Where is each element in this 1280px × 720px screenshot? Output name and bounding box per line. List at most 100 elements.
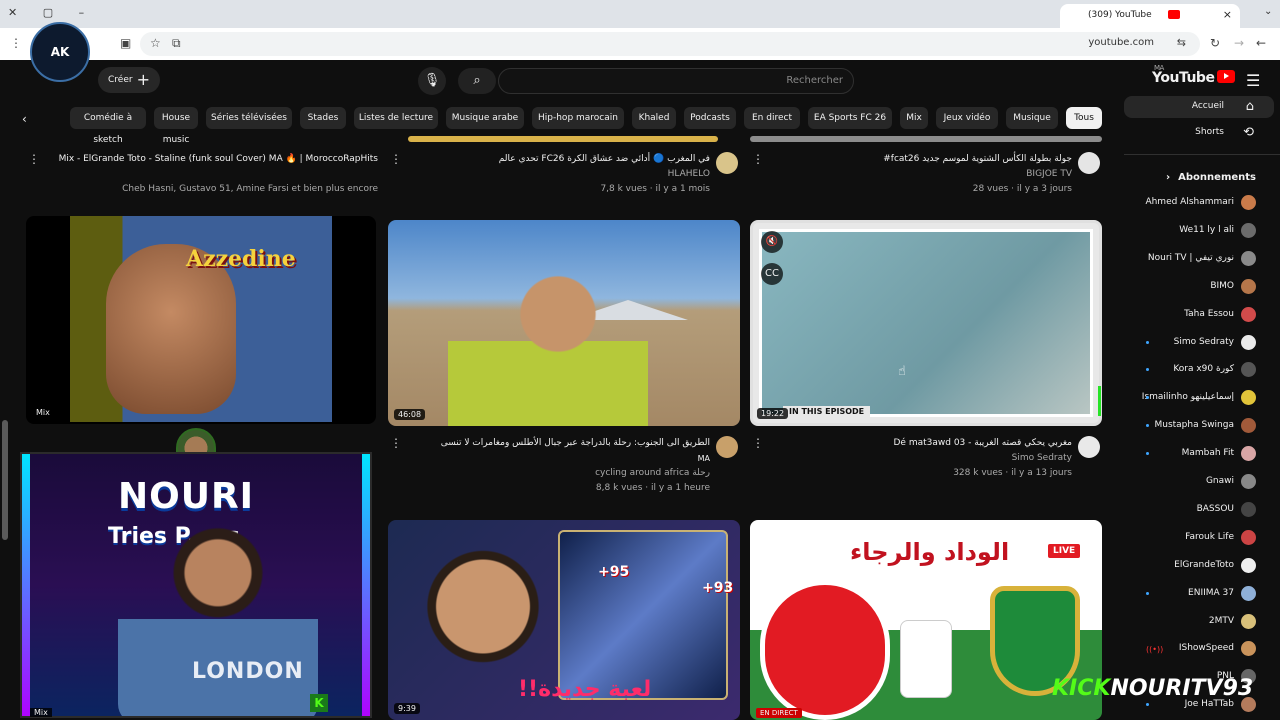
video-title[interactable]: الطريق الى الجنوب: رحلة بالدراجة عبر جبا…	[410, 437, 710, 450]
video-thumbnail-animation[interactable]: 🔇 CC IN THIS EPISODE 19:22	[750, 220, 1102, 426]
sidebar-item-label: Accueil	[1191, 101, 1224, 111]
sidebar-item-home[interactable]: Accueil ⌂	[1124, 96, 1274, 118]
channel-avatar-icon	[1241, 641, 1256, 657]
back-icon[interactable]: ←	[1256, 36, 1266, 50]
page-scrollbar[interactable]	[2, 420, 8, 540]
more-actions-icon[interactable]: ⋮	[752, 436, 764, 450]
video-channel[interactable]: BIGJOE TV	[780, 168, 1072, 181]
sidebar-item-subscription[interactable]: We11 ly l ali	[1124, 220, 1274, 242]
chip-4[interactable]: EA Sports FC 26	[808, 107, 892, 129]
chip-14[interactable]: Comédie à sketch	[70, 107, 146, 145]
bookmark-star-icon[interactable]: ☆	[150, 36, 161, 50]
video-thumbnail-packs[interactable]: +95 +93 !!لعبة جديدة 9:39	[388, 520, 740, 720]
video-title[interactable]: #fcat26 جولة بطولة الكأس الشتوية لموسم ج…	[780, 153, 1072, 166]
more-actions-icon[interactable]: ⋮	[390, 436, 402, 450]
chip-12[interactable]: Séries télévisées	[206, 107, 292, 129]
sidebar-item-subscription[interactable]: BIMO	[1124, 276, 1274, 298]
chip-11[interactable]: Stades	[300, 107, 346, 129]
browser-tab-youtube[interactable]: × (309) YouTube	[1060, 4, 1240, 28]
forward-icon[interactable]: →	[1234, 36, 1244, 50]
video-channel[interactable]: Simo Sedraty	[780, 452, 1072, 465]
more-actions-icon[interactable]: ⋮	[752, 152, 764, 166]
window-maximize-button[interactable]: ▢	[43, 6, 53, 19]
sidebar-item-subscription[interactable]: ElGrandeToto	[1124, 555, 1274, 577]
chip-0[interactable]: Tous	[1066, 107, 1102, 129]
sidebar-item-subscription[interactable]: IShowSpeed ((•))	[1124, 638, 1274, 660]
sidebar-item-subscription[interactable]: Gnawi	[1124, 471, 1274, 493]
wydad-logo-icon	[760, 580, 890, 720]
sidebar-item-shorts[interactable]: Shorts ⟲	[1124, 122, 1274, 144]
sidebar-item-subscription[interactable]: Taha Essou	[1124, 304, 1274, 326]
chip-2[interactable]: Jeux vidéo	[936, 107, 998, 129]
mute-icon[interactable]: 🔇	[761, 231, 783, 253]
video-channel[interactable]: HLAHELO	[410, 168, 710, 181]
captions-icon[interactable]: CC	[761, 263, 783, 285]
channel-avatar-icon	[1241, 362, 1256, 378]
episode-badge: IN THIS EPISODE	[783, 406, 871, 417]
sidebar-item-subscription[interactable]: Simo Sedraty	[1124, 332, 1274, 354]
tab-close-icon[interactable]: ×	[1223, 8, 1232, 21]
channel-avatar-icon	[1241, 195, 1256, 210]
create-label: Créer	[108, 75, 133, 85]
browser-menu-icon[interactable]: ⋮	[10, 36, 22, 50]
channel-avatar[interactable]	[716, 152, 738, 174]
channel-avatar[interactable]	[1078, 152, 1100, 174]
chip-5[interactable]: En direct	[744, 107, 800, 129]
site-settings-icon[interactable]: ⇆	[1177, 36, 1186, 49]
share-icon[interactable]: ⧉	[172, 36, 181, 51]
video-title[interactable]: تحدي عالم FC26 في المغرب 🔵 أدائي ضد عشاق…	[410, 153, 710, 166]
more-actions-icon[interactable]: ⋮	[390, 152, 402, 166]
chip-6[interactable]: Podcasts	[684, 107, 736, 129]
chip-10[interactable]: Listes de lecture	[354, 107, 438, 129]
thumbnail-arabic-title: الوداد والرجاء	[850, 538, 1010, 566]
channel-avatar[interactable]	[1078, 436, 1100, 458]
youtube-logo[interactable]: MA YouTube	[1152, 64, 1236, 86]
video-title[interactable]: Dé mat3awd 03 - مغربي يحكي قصته الغريبة	[780, 437, 1073, 450]
video-thumbnail-azzedine[interactable]: Azzedine Mix	[26, 216, 376, 424]
sidebar-item-subscription[interactable]: BASSOU	[1124, 499, 1274, 521]
sidebar-item-subscription[interactable]: Kora x90 كورة	[1124, 359, 1274, 381]
extension-icon[interactable]: ▣	[120, 36, 131, 50]
chip-3[interactable]: Mix	[900, 107, 928, 129]
new-content-dot-icon	[1146, 424, 1149, 428]
sidebar-item-subscription[interactable]: Farouk Life	[1124, 527, 1274, 549]
sidebar-item-subscription[interactable]: ENIIMA 37	[1124, 583, 1274, 605]
url-text: youtube.com	[1088, 37, 1154, 48]
window-minimize-button[interactable]: –	[79, 6, 85, 19]
video-thumbnail-top-middle[interactable]	[408, 136, 718, 142]
search-input[interactable]: Rechercher	[498, 68, 854, 94]
chip-13[interactable]: House music	[154, 107, 198, 145]
chevron-left-icon[interactable]: ‹	[22, 112, 27, 126]
voice-search-button[interactable]: 🎙	[418, 67, 446, 95]
sidebar-item-subscription[interactable]: Mustapha Swinga	[1124, 415, 1274, 437]
sidebar-item-subscription[interactable]: Nouri TV | نوري تيفي	[1124, 248, 1274, 270]
window-close-button[interactable]: ✕	[8, 6, 17, 19]
sidebar-item-subscription[interactable]: 2MTV	[1124, 611, 1274, 633]
address-bar[interactable]: ☆ ⧉ youtube.com ⇆	[140, 32, 1200, 56]
channel-avatar[interactable]	[716, 436, 738, 458]
chip-8[interactable]: Hip-hop marocain	[532, 107, 624, 129]
sidebar-item-subscription[interactable]: Ismailinho إسماعيلينهو	[1124, 387, 1274, 409]
create-button[interactable]: Créer +	[98, 67, 160, 93]
video-title[interactable]: Mix - ElGrande Toto - Staline (funk soul…	[40, 153, 378, 166]
new-content-dot-icon	[1146, 591, 1149, 595]
more-actions-icon[interactable]: ⋮	[28, 152, 40, 166]
chip-1[interactable]: Musique	[1006, 107, 1058, 129]
subscriptions-heading[interactable]: › Abonnements	[1166, 172, 1256, 183]
video-thumbnail-top-right[interactable]	[750, 136, 1102, 142]
fc-card-thumbnail	[558, 530, 728, 700]
search-button[interactable]: ⌕	[458, 68, 496, 94]
guide-menu-icon[interactable]: ☰	[1246, 71, 1260, 90]
chip-7[interactable]: Khaled	[632, 107, 676, 129]
sidebar-item-subscription[interactable]: Mambah Fit	[1124, 443, 1274, 465]
reload-icon[interactable]: ↻	[1210, 36, 1220, 50]
live-badge: LIVE	[1048, 544, 1081, 558]
video-channel[interactable]: cycling around africa رحلة	[410, 467, 710, 480]
chip-9[interactable]: Musique arabe	[446, 107, 524, 129]
video-channel[interactable]: Cheb Hasni, Gustavo 51, Amine Farsi et b…	[40, 183, 378, 196]
video-thumbnail-live-derby[interactable]: الوداد والرجاء LIVE EN DIRECT	[750, 520, 1102, 720]
microphone-icon: 🎙	[423, 73, 441, 88]
sidebar-item-subscription[interactable]: Ahmed Alshammari	[1124, 192, 1274, 214]
video-thumbnail-cycling[interactable]: 46:08	[388, 220, 740, 426]
tab-search-icon[interactable]: ⌄	[1264, 6, 1272, 17]
